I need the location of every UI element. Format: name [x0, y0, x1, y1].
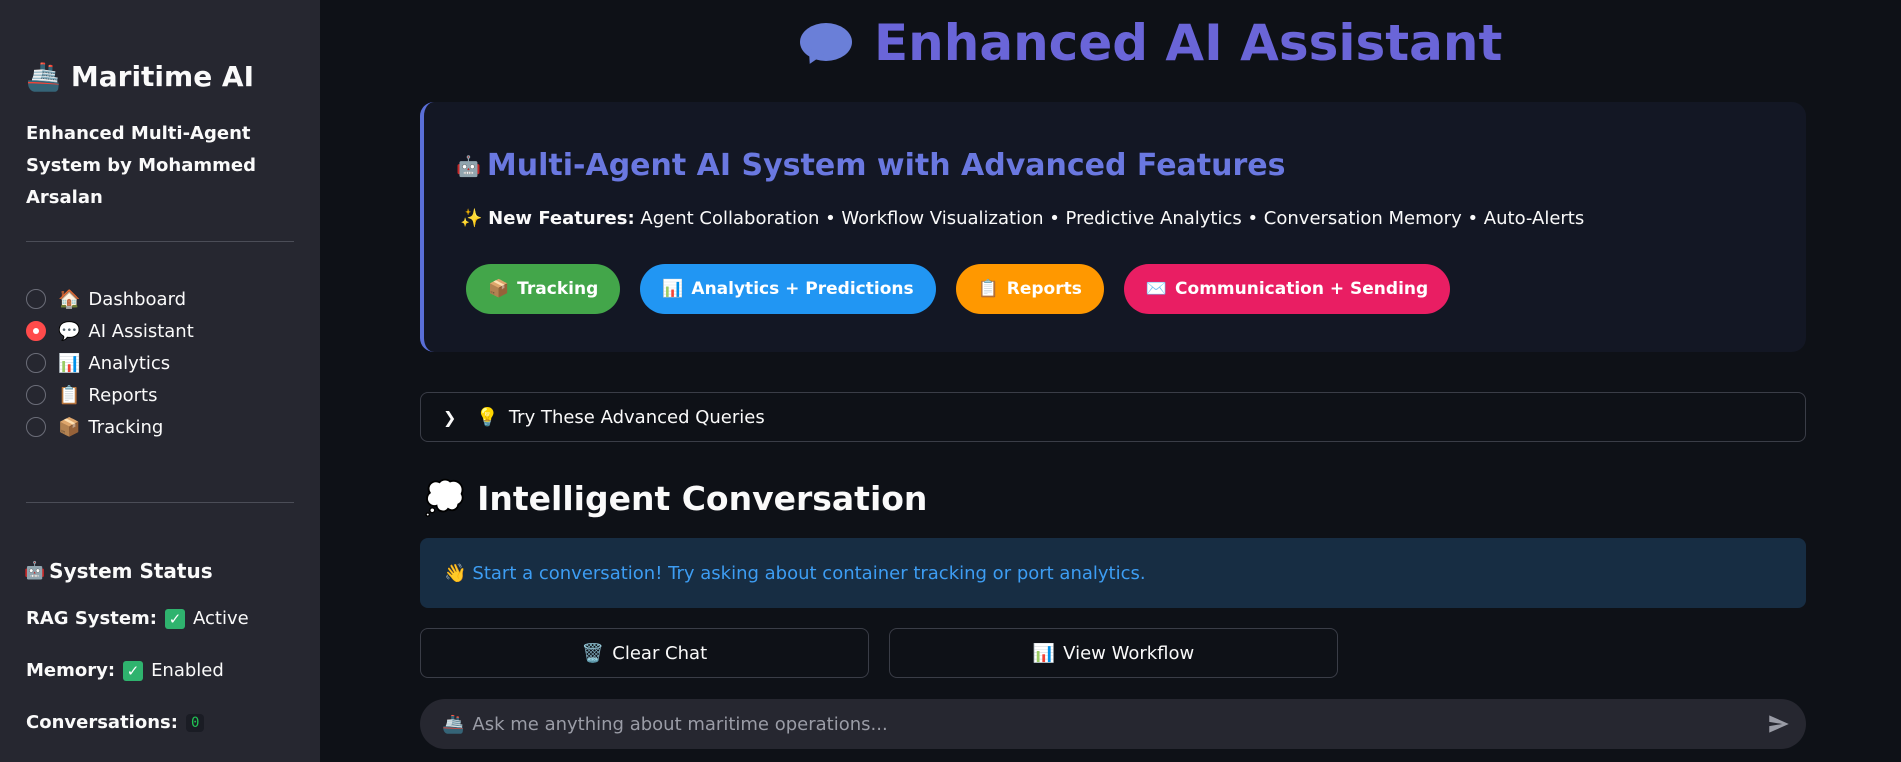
robot-icon: 🤖 — [456, 153, 481, 178]
nav-label: Tracking — [88, 416, 164, 438]
bar-chart-icon: 📊 — [662, 279, 684, 299]
expander-label: Try These Advanced Queries — [508, 406, 765, 428]
status-rag-value: Active — [193, 608, 249, 629]
sidebar: 🚢 Maritime AI Enhanced Multi-Agent Syste… — [0, 0, 320, 762]
speech-bubble-icon — [800, 23, 852, 68]
clear-chat-label: Clear Chat — [612, 642, 708, 664]
pill-tracking: 📦 Tracking — [466, 264, 621, 314]
view-workflow-label: View Workflow — [1063, 642, 1195, 664]
system-status-label: System Status — [49, 559, 213, 583]
pill-label: Reports — [1006, 279, 1082, 299]
feature-card: 🤖 Multi-Agent AI System with Advanced Fe… — [420, 102, 1806, 352]
thought-bubble-icon: 💭 — [424, 478, 466, 517]
new-features-label: New Features: — [488, 208, 635, 229]
ship-icon: 🚢 — [442, 713, 465, 735]
pill-reports: 📋 Reports — [955, 264, 1104, 314]
trash-icon: 🗑️ — [581, 642, 605, 664]
conversations-count: 0 — [185, 713, 205, 732]
sparkle-icon: ✨ — [460, 208, 483, 229]
radio-analytics[interactable] — [26, 353, 46, 373]
nav-label: Reports — [88, 384, 158, 406]
chat-input-bar: 🚢 — [420, 699, 1806, 749]
nav-item-ai-assistant[interactable]: 💬 AI Assistant — [26, 315, 194, 347]
house-icon: 🏠 — [58, 288, 81, 310]
nav-label: Dashboard — [88, 288, 187, 310]
send-icon[interactable] — [1766, 711, 1792, 737]
advanced-queries-expander[interactable]: ❯ 💡 Try These Advanced Queries — [420, 392, 1806, 442]
new-features-line: ✨ New Features: Agent Collaboration • Wo… — [460, 208, 1584, 229]
pill-label: Communication + Sending — [1175, 279, 1429, 299]
radio-reports[interactable] — [26, 385, 46, 405]
info-text: Start a conversation! Try asking about c… — [472, 562, 1146, 584]
nav-item-tracking[interactable]: 📦 Tracking — [26, 411, 194, 443]
nav-radio-group: 🏠 Dashboard 💬 AI Assistant 📊 Analytics 📋… — [26, 283, 194, 443]
chevron-right-icon: ❯ — [443, 407, 457, 427]
envelope-icon: ✉️ — [1145, 279, 1168, 299]
page-title: Enhanced AI Assistant — [800, 14, 1502, 72]
check-icon: ✓ — [123, 660, 144, 681]
pill-analytics: 📊 Analytics + Predictions — [640, 264, 936, 314]
package-icon: 📦 — [488, 279, 510, 299]
system-status-title: 🤖 System Status — [24, 559, 213, 583]
status-rag: RAG System: ✓ Active — [26, 608, 249, 629]
feature-heading: 🤖 Multi-Agent AI System with Advanced Fe… — [456, 148, 1286, 183]
new-features-text: Agent Collaboration • Workflow Visualiza… — [640, 208, 1585, 229]
robot-icon: 🤖 — [24, 561, 46, 581]
nav-label: AI Assistant — [88, 320, 194, 342]
status-conversations-label: Conversations: — [26, 712, 178, 733]
bar-chart-icon: 📊 — [58, 352, 81, 374]
start-conversation-info: 👋 Start a conversation! Try asking about… — [420, 538, 1806, 608]
capability-pills: 📦 Tracking 📊 Analytics + Predictions 📋 R… — [466, 264, 1451, 314]
brand-title: Maritime AI — [70, 60, 255, 93]
view-workflow-button[interactable]: 📊 View Workflow — [889, 628, 1338, 678]
conversation-section-title: 💭 Intelligent Conversation — [424, 478, 927, 518]
nav-item-analytics[interactable]: 📊 Analytics — [26, 347, 194, 379]
brand-subtitle: Enhanced Multi-Agent System by Mohammed … — [26, 123, 256, 208]
radio-dashboard[interactable] — [26, 289, 46, 309]
status-conversations: Conversations: 0 — [26, 712, 205, 733]
brand: 🚢 Maritime AI — [26, 60, 254, 93]
chat-input[interactable] — [472, 713, 1766, 735]
status-memory-label: Memory: — [26, 660, 116, 681]
nav-label: Analytics — [88, 352, 171, 374]
clipboard-icon: 📋 — [977, 279, 999, 299]
app-root: 🚢 Maritime AI Enhanced Multi-Agent Syste… — [0, 0, 1901, 762]
nav-item-reports[interactable]: 📋 Reports — [26, 379, 194, 411]
lightbulb-icon: 💡 — [476, 406, 499, 428]
section-title-text: Intelligent Conversation — [477, 478, 928, 518]
feature-heading-text: Multi-Agent AI System with Advanced Feat… — [486, 148, 1286, 183]
clipboard-icon: 📋 — [58, 384, 81, 406]
sidebar-divider — [26, 241, 294, 242]
ship-icon: 🚢 — [26, 60, 61, 93]
speech-bubble-icon: 💬 — [58, 320, 81, 342]
status-memory: Memory: ✓ Enabled — [26, 660, 224, 681]
pill-label: Tracking — [517, 279, 599, 299]
status-memory-value: Enabled — [151, 660, 224, 681]
clear-chat-button[interactable]: 🗑️ Clear Chat — [420, 628, 869, 678]
waving-hand-icon: 👋 — [444, 562, 467, 584]
radio-tracking[interactable] — [26, 417, 46, 437]
radio-ai-assistant[interactable] — [26, 321, 46, 341]
sidebar-divider — [26, 502, 294, 503]
bar-chart-icon: 📊 — [1032, 642, 1056, 664]
page-title-text: Enhanced AI Assistant — [874, 14, 1503, 72]
check-icon: ✓ — [165, 608, 186, 629]
pill-communication: ✉️ Communication + Sending — [1123, 264, 1451, 314]
nav-item-dashboard[interactable]: 🏠 Dashboard — [26, 283, 194, 315]
package-icon: 📦 — [58, 416, 81, 438]
status-rag-label: RAG System: — [26, 608, 158, 629]
pill-label: Analytics + Predictions — [691, 279, 914, 299]
